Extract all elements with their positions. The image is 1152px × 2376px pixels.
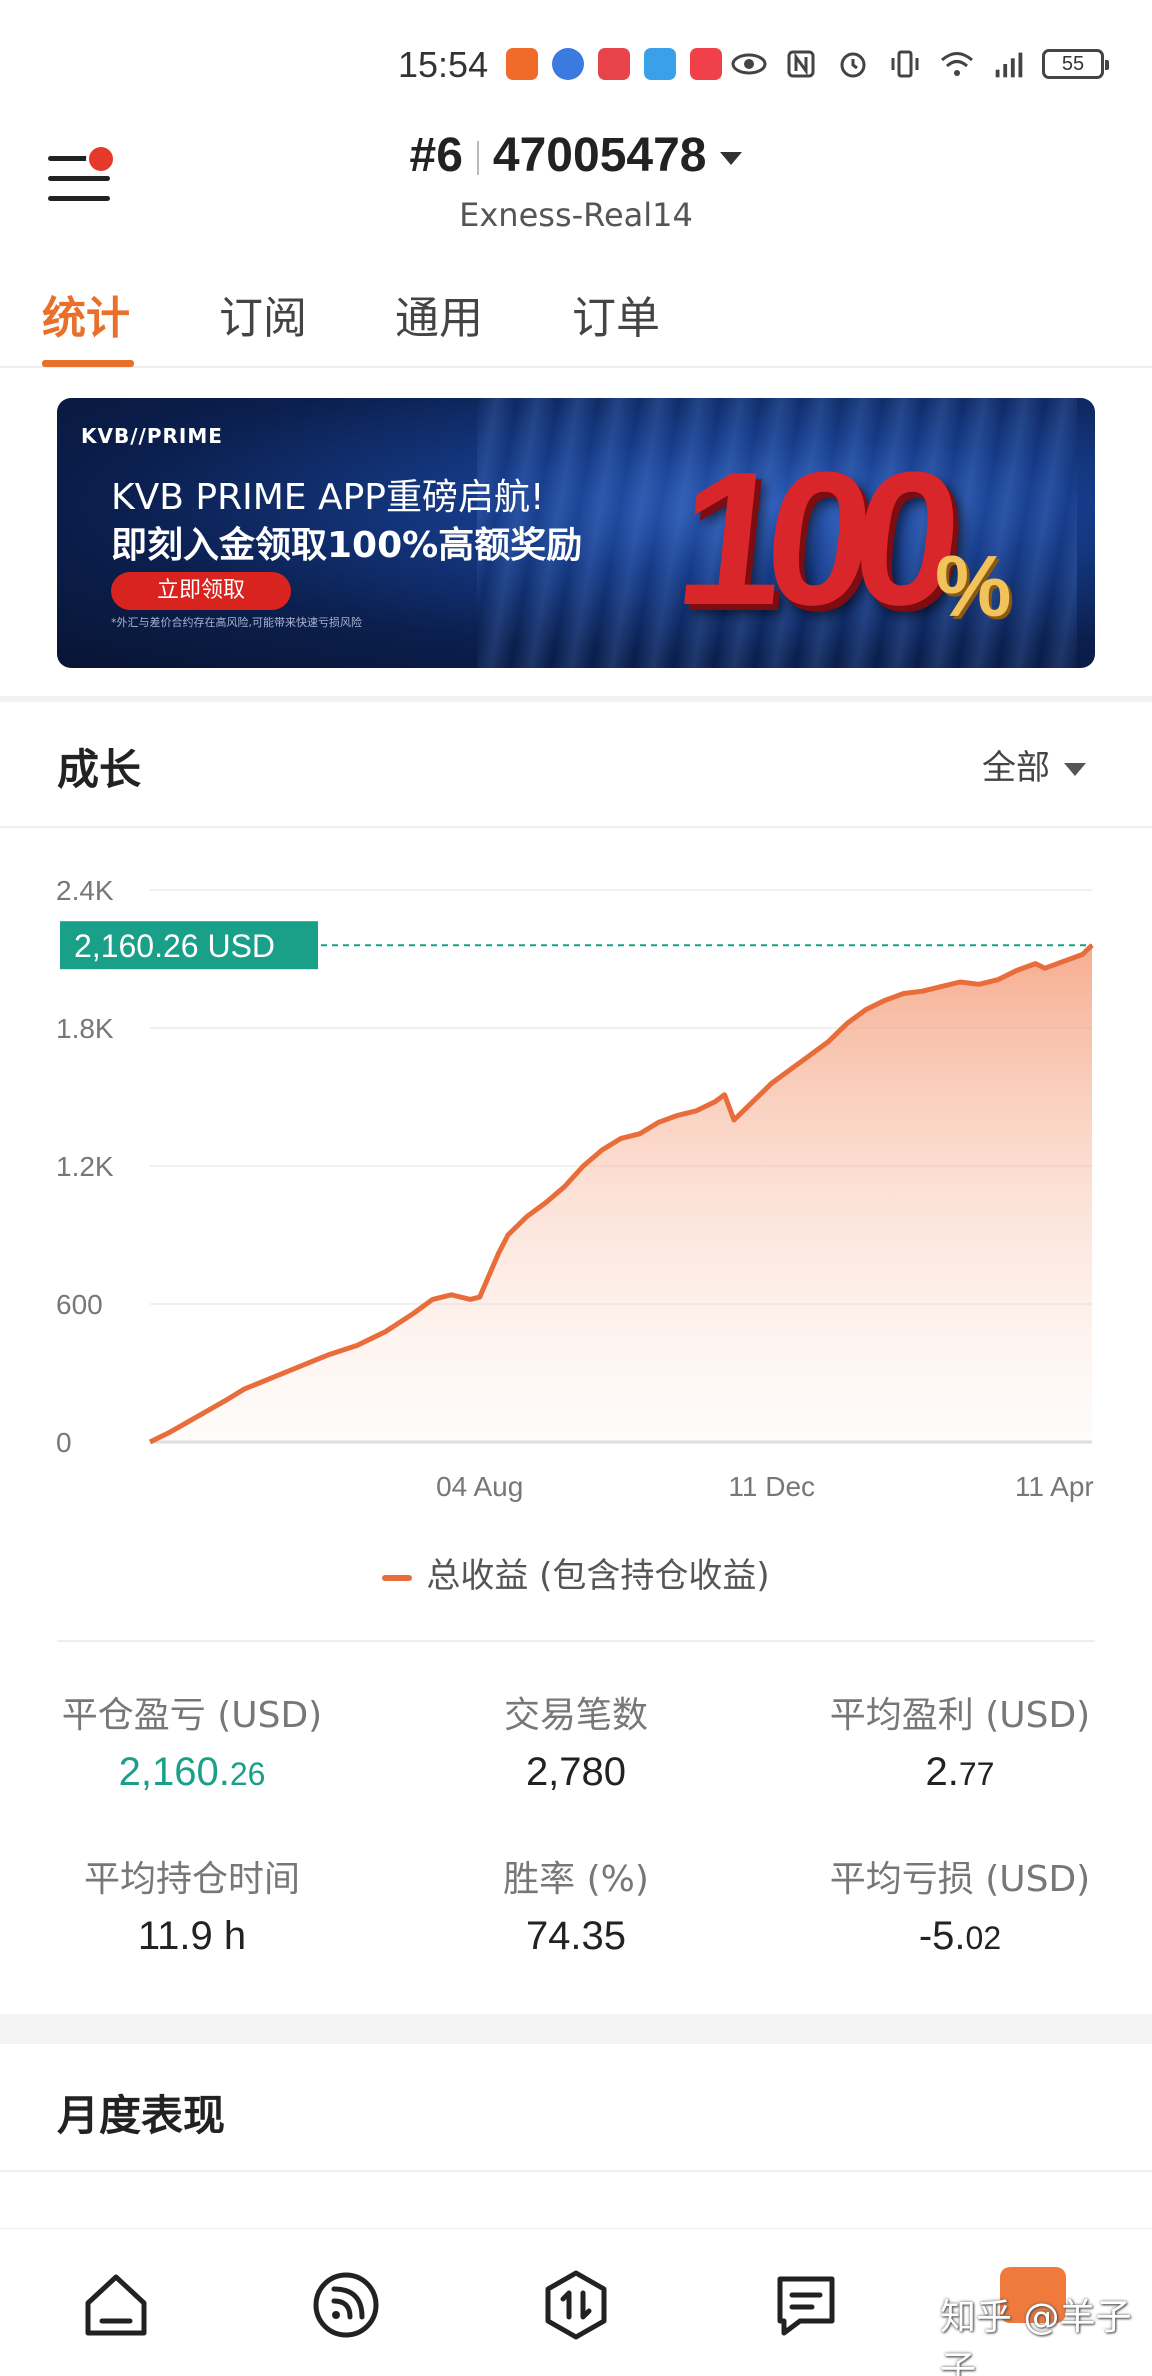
app-red-icon bbox=[690, 48, 722, 80]
nfc-icon bbox=[782, 46, 820, 82]
alarm-icon bbox=[834, 46, 872, 82]
tab-general[interactable]: 通用 bbox=[395, 282, 483, 346]
account-selector[interactable]: #6 47005478 bbox=[0, 128, 1152, 183]
y-tick-label: 600 bbox=[56, 1289, 103, 1320]
stat-value: 2,160.26 bbox=[118, 1750, 266, 1794]
vibrate-icon bbox=[886, 46, 924, 82]
banner-headline: KVB PRIME APP重磅启航! bbox=[111, 477, 545, 518]
banner-percent-sign: % bbox=[935, 539, 1012, 635]
tab-statistics[interactable]: 统计 bbox=[42, 282, 130, 346]
section-gap bbox=[0, 2014, 1152, 2044]
account-number: 47005478 bbox=[492, 129, 707, 182]
x-tick-label: 04 Aug bbox=[436, 1471, 523, 1502]
watermark: 知乎 @羊子子 bbox=[940, 2297, 1132, 2376]
chevron-down-icon bbox=[720, 151, 743, 165]
x-tick-label: 11 Dec bbox=[728, 1471, 815, 1502]
y-tick-label: 2.4K bbox=[56, 875, 114, 906]
x-tick-label: 11 Apr bbox=[1015, 1471, 1094, 1502]
system-icons: 55 bbox=[730, 46, 1109, 82]
stat-value: -5.02 bbox=[918, 1914, 1002, 1958]
section-divider bbox=[0, 2170, 1152, 2172]
stat-avg-loss: 平均亏损 (USD) -5.02 bbox=[768, 1850, 1152, 1959]
stat-trade-count: 交易笔数 2,780 bbox=[384, 1686, 768, 1795]
stat-avg-profit: 平均盈利 (USD) 2.77 bbox=[768, 1686, 1152, 1795]
banner-disclaimer: *外汇与差价合约存在高风险,可能带来快速亏损风险 bbox=[111, 616, 362, 629]
range-label: 全部 bbox=[982, 748, 1050, 788]
feed-icon bbox=[313, 2272, 379, 2338]
home-icon bbox=[85, 2274, 147, 2336]
range-dropdown[interactable]: 全部 bbox=[982, 740, 1086, 789]
nav-feed[interactable] bbox=[306, 2265, 386, 2345]
y-tick-label: 0 bbox=[56, 1427, 72, 1458]
eye-icon bbox=[730, 46, 768, 82]
y-tick-label: 1.2K bbox=[56, 1151, 114, 1182]
app-weather-icon bbox=[644, 48, 676, 80]
banner-cta-button[interactable]: 立即领取 bbox=[111, 572, 291, 610]
section-divider bbox=[0, 696, 1152, 702]
banner-big-number: 100 bbox=[667, 433, 954, 645]
stat-value: 74.35 bbox=[525, 1914, 627, 1958]
legend-label: 总收益 (包含持仓收益) bbox=[426, 1556, 770, 1596]
status-bar: 15:54 55 bbox=[0, 0, 1152, 130]
battery-indicator: 55 bbox=[1042, 49, 1109, 79]
status-app-icons bbox=[506, 48, 722, 80]
legend-swatch bbox=[382, 1574, 413, 1581]
nav-messages[interactable] bbox=[766, 2265, 846, 2345]
stat-avg-hold-time: 平均持仓时间 11.9 h bbox=[0, 1850, 384, 1959]
signal-5g-icon bbox=[990, 46, 1028, 82]
tab-orders[interactable]: 订单 bbox=[572, 282, 660, 346]
tab-bar: 统计 订阅 通用 订单 bbox=[0, 268, 1152, 368]
wifi-icon bbox=[938, 46, 976, 82]
y-tick-label: 1.8K bbox=[56, 1013, 114, 1044]
status-time: 15:54 bbox=[398, 44, 489, 85]
chart-legend: 总收益 (包含持仓收益) bbox=[0, 1548, 1152, 1597]
current-value-label: 2,160.26 USD bbox=[74, 928, 275, 964]
stat-value: 11.9 h bbox=[137, 1914, 247, 1958]
monthly-title: 月度表现 bbox=[57, 2091, 226, 2140]
nav-trade[interactable] bbox=[536, 2265, 616, 2345]
growth-title: 成长 bbox=[57, 745, 142, 794]
stat-label: 平均亏损 (USD) bbox=[829, 1859, 1091, 1900]
stat-label: 交易笔数 bbox=[503, 1695, 648, 1736]
stat-label: 胜率 (%) bbox=[503, 1859, 649, 1900]
section-divider bbox=[0, 826, 1152, 828]
stat-closed-pnl: 平仓盈亏 (USD) 2,160.26 bbox=[0, 1686, 384, 1795]
app-huawei-icon bbox=[598, 48, 630, 80]
stat-label: 平仓盈亏 (USD) bbox=[61, 1695, 323, 1736]
tab-subscribe[interactable]: 订阅 bbox=[219, 282, 307, 346]
stat-win-rate: 胜率 (%) 74.35 bbox=[384, 1850, 768, 1959]
nav-home[interactable] bbox=[76, 2265, 156, 2345]
account-rank: #6 bbox=[409, 129, 463, 182]
title-separator bbox=[476, 141, 479, 176]
section-divider bbox=[57, 1640, 1095, 1642]
growth-chart: 0 600 1.2K 1.8K 2.4K 04 Aug 11 Dec 11 Apr 2,160.… bbox=[0, 860, 1152, 1520]
active-tab-indicator bbox=[42, 360, 134, 367]
banner-subheadline: 即刻入金领取100%高额奖励 bbox=[111, 525, 583, 566]
stat-value: 2,780 bbox=[525, 1750, 627, 1794]
stat-label: 平均持仓时间 bbox=[83, 1859, 300, 1900]
messages-icon bbox=[777, 2276, 835, 2336]
growth-chart-svg: 0 600 1.2K 1.8K 2.4K 04 Aug 11 Dec 11 Apr 2,160.… bbox=[56, 875, 1094, 1502]
chevron-down-icon bbox=[1064, 763, 1086, 776]
app-blue-icon bbox=[552, 48, 584, 80]
account-server: Exness-Real14 bbox=[459, 196, 693, 234]
banner-logo: KVB//PRIME bbox=[81, 424, 223, 448]
stat-value: 2.77 bbox=[925, 1750, 995, 1794]
promo-banner[interactable]: KVB//PRIME KVB PRIME APP重磅启航! 即刻入金领取100%… bbox=[57, 398, 1095, 668]
stat-label: 平均盈利 (USD) bbox=[829, 1695, 1091, 1736]
trade-icon bbox=[545, 2270, 607, 2340]
app-notify-icon bbox=[506, 48, 538, 80]
